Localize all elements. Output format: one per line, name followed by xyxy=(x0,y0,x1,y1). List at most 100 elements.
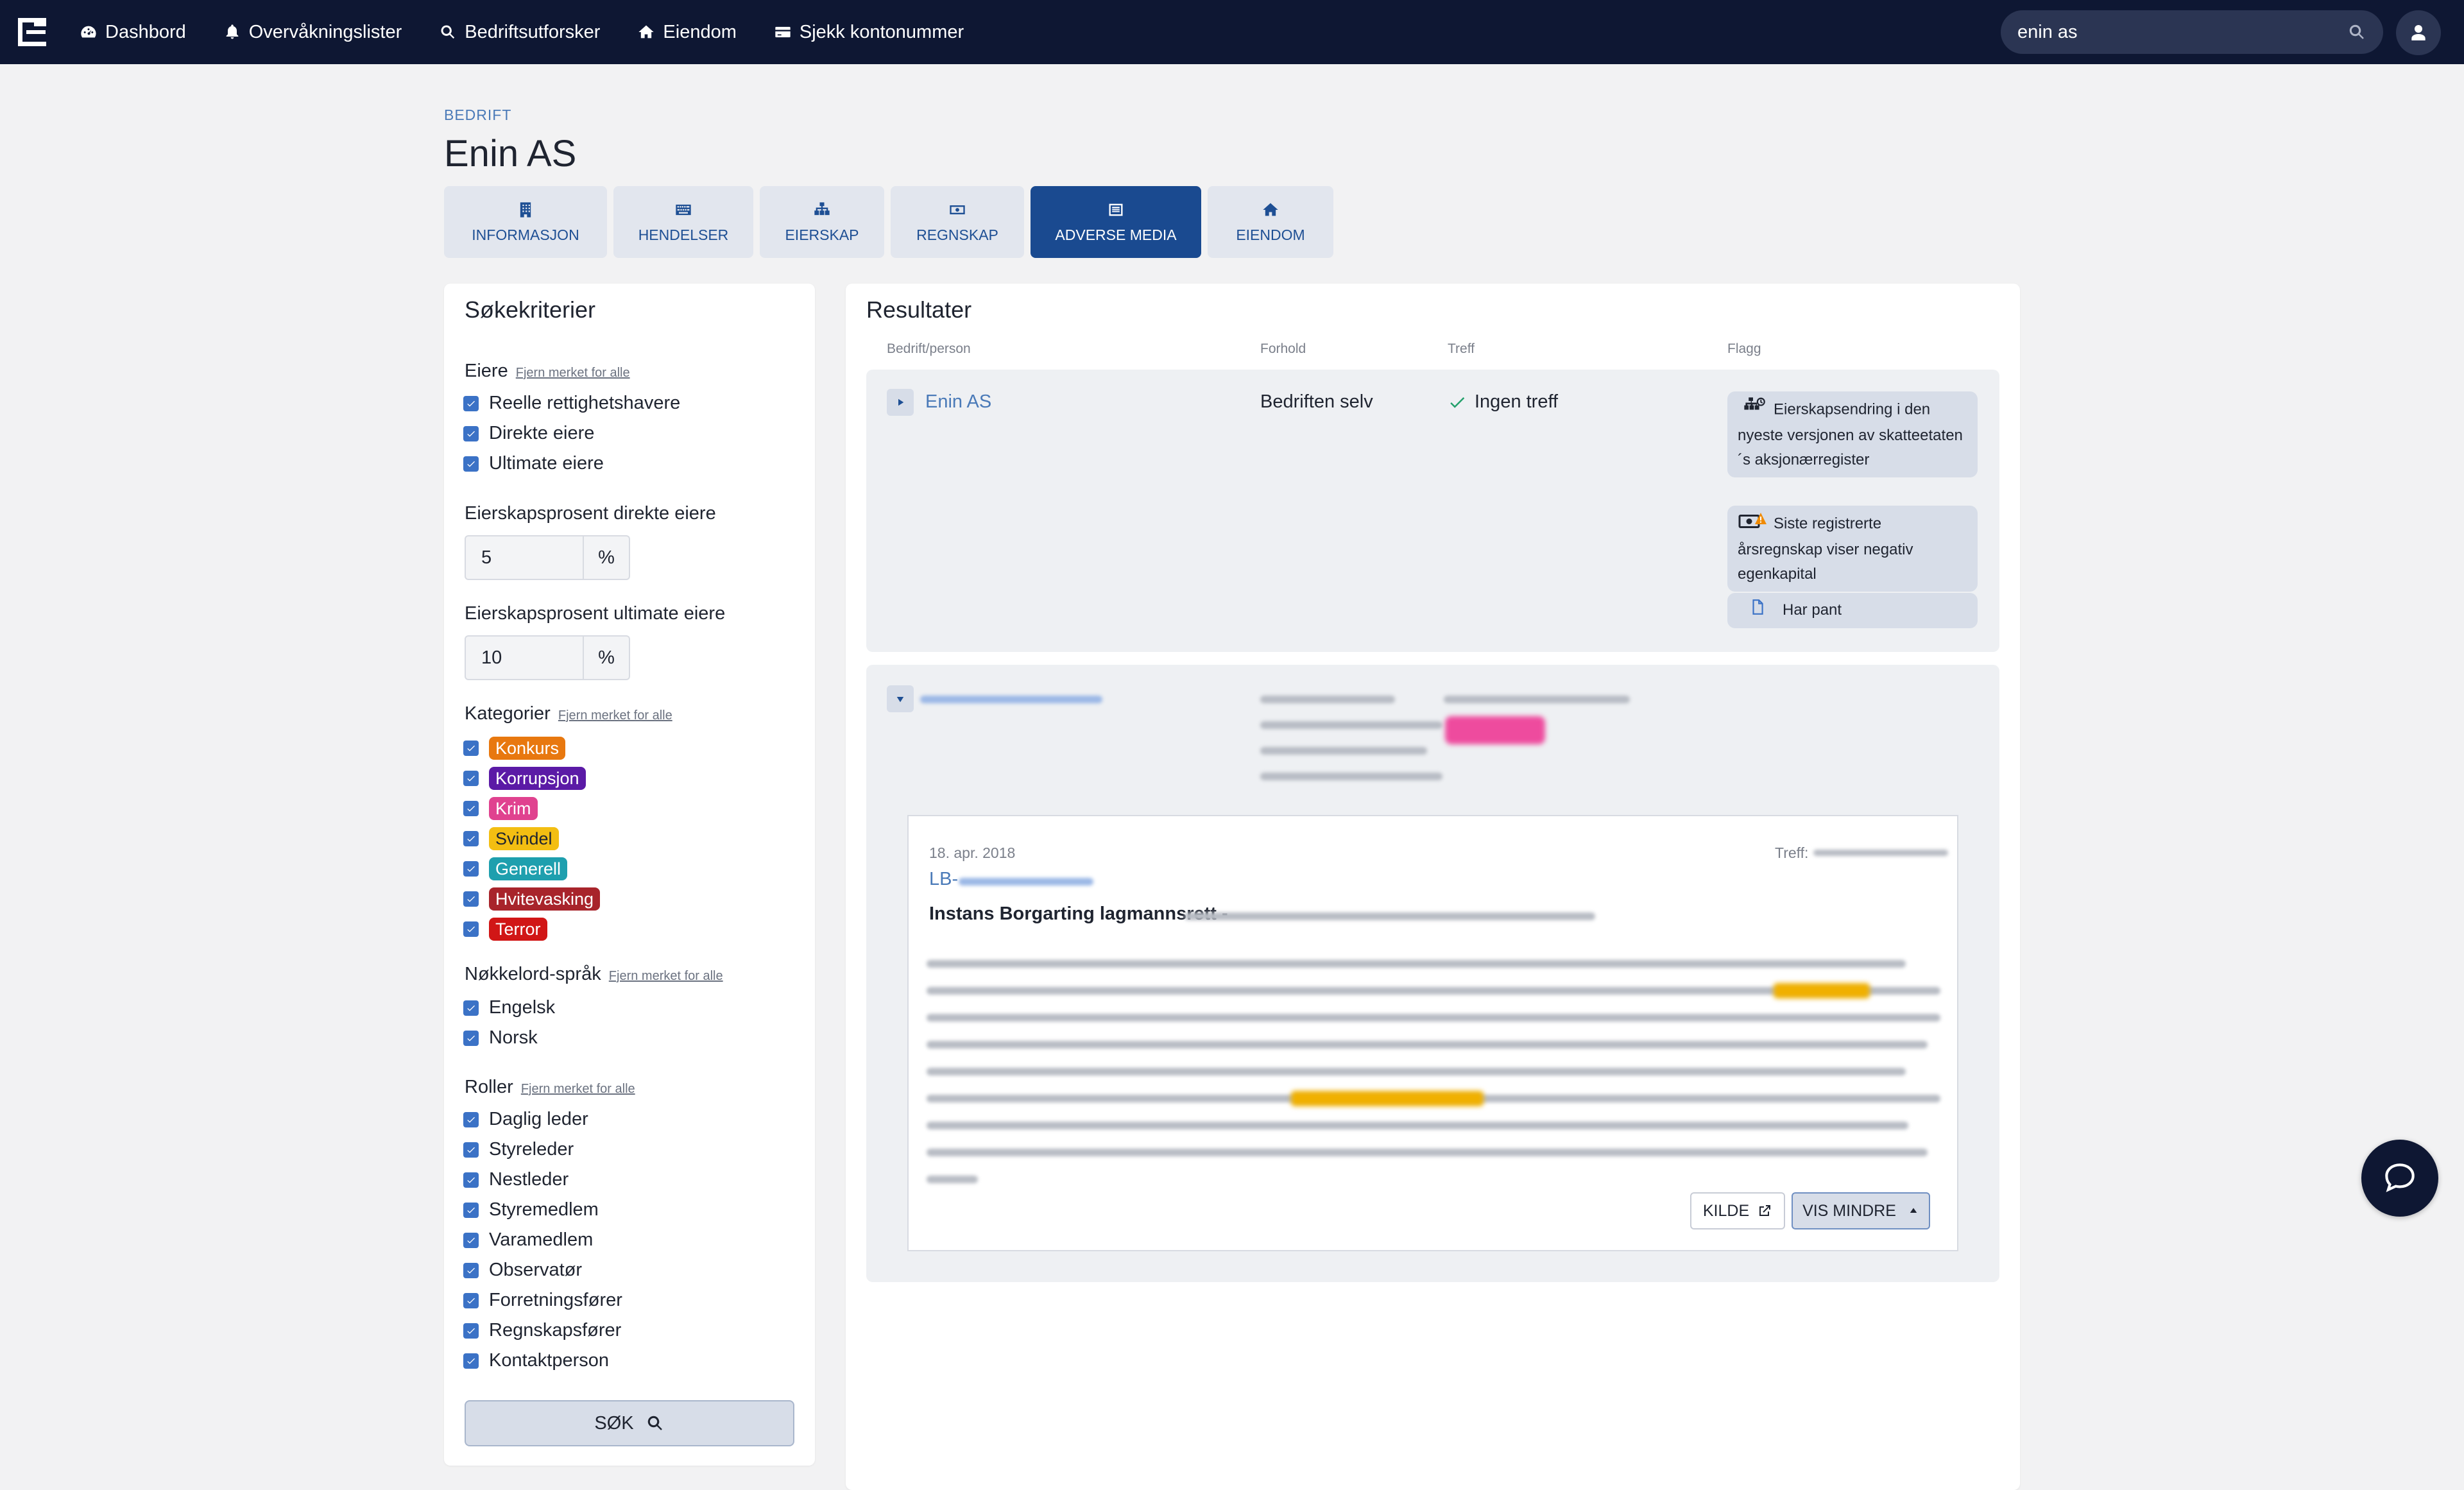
nav-property[interactable]: Eiendom xyxy=(637,22,737,43)
external-link-icon xyxy=(1759,1205,1771,1216)
nav-company-explorer[interactable]: Bedriftsutforsker xyxy=(439,22,600,43)
redacted-relation xyxy=(1260,696,1395,703)
checkbox-checked-icon[interactable] xyxy=(463,891,479,907)
language-clear-link[interactable]: Fjern merket for alle xyxy=(609,969,723,983)
checkbox-category[interactable]: Hvitevasking xyxy=(463,887,601,911)
checkbox-checked-icon[interactable] xyxy=(463,1323,479,1339)
tab-hendelser[interactable]: HENDELSER xyxy=(613,186,753,258)
checkbox-checked-icon[interactable] xyxy=(463,1232,479,1248)
tab-bar: INFORMASJON HENDELSER EIERSKAP REGNSKAP … xyxy=(444,186,1340,258)
home-icon xyxy=(638,25,654,39)
article-case-number[interactable]: LB- xyxy=(929,869,958,890)
checkbox-label: Kontaktperson xyxy=(489,1350,610,1371)
checkbox-owner-beneficial[interactable]: Reelle rettighetshavere xyxy=(463,393,680,414)
category-badge: Krim xyxy=(489,797,538,820)
tab-regnskap[interactable]: REGNSKAP xyxy=(891,186,1024,258)
checkbox-role[interactable]: Daglig leder xyxy=(463,1109,588,1130)
tab-hendelser-label: HENDELSER xyxy=(638,226,729,243)
expand-row-button[interactable] xyxy=(887,389,914,416)
checkbox-checked-icon[interactable] xyxy=(463,1142,479,1158)
redacted-person-name[interactable] xyxy=(920,696,1102,703)
home-icon xyxy=(1263,203,1278,216)
show-less-button[interactable]: VIS MINDRE xyxy=(1792,1192,1930,1229)
nav-check-account[interactable]: Sjekk kontonummer xyxy=(774,22,964,43)
checkbox-category[interactable]: Generell xyxy=(463,857,568,880)
col-head-flags: Flagg xyxy=(1727,341,1761,356)
search-criteria-panel: Søkekriterier Eiere Fjern merket for all… xyxy=(444,284,815,1466)
checkbox-checked-icon[interactable] xyxy=(463,395,479,411)
nav-watchlists-label: Overvåkningslister xyxy=(248,21,402,42)
nav-dashboard-label: Dashbord xyxy=(105,21,186,42)
checkbox-category[interactable]: Svindel xyxy=(463,827,559,850)
checkbox-checked-icon[interactable] xyxy=(463,1262,479,1278)
article-card: 18. apr. 2018 Treff: LB- Instans Borgart… xyxy=(907,815,1958,1251)
pct-ultimate-input[interactable]: 10 xyxy=(465,635,584,680)
checkbox-category[interactable]: Korrupsjon xyxy=(463,767,586,790)
checkbox-role[interactable]: Observatør xyxy=(463,1260,582,1281)
owners-clear-link[interactable]: Fjern merket for alle xyxy=(516,366,630,380)
checkbox-lang-english[interactable]: Engelsk xyxy=(463,997,555,1018)
checkbox-role[interactable]: Forretningsfører xyxy=(463,1290,622,1311)
redacted-text-line xyxy=(927,1149,1928,1156)
pct-direct-input[interactable]: 5 xyxy=(465,535,584,580)
tab-informasjon[interactable]: INFORMASJON xyxy=(444,186,607,258)
checkbox-checked-icon[interactable] xyxy=(463,831,479,846)
global-search-input[interactable] xyxy=(2017,21,2347,43)
checkbox-category[interactable]: Krim xyxy=(463,797,538,820)
checkbox-category[interactable]: Terror xyxy=(463,918,547,941)
pct-ultimate-suffix: % xyxy=(584,635,630,680)
show-less-button-label: VIS MINDRE xyxy=(1802,1201,1896,1220)
checkbox-checked-icon[interactable] xyxy=(463,861,479,877)
checkbox-checked-icon[interactable] xyxy=(463,425,479,441)
result-row-person: 18. apr. 2018 Treff: LB- Instans Borgart… xyxy=(866,665,1999,1282)
app-logo[interactable] xyxy=(18,18,46,46)
checkbox-checked-icon[interactable] xyxy=(463,1202,479,1218)
roles-clear-link[interactable]: Fjern merket for alle xyxy=(521,1082,635,1096)
checkbox-checked-icon[interactable] xyxy=(463,801,479,816)
checkbox-category[interactable]: Konkurs xyxy=(463,737,566,760)
checkbox-role[interactable]: Styremedlem xyxy=(463,1199,599,1220)
checkbox-role[interactable]: Kontaktperson xyxy=(463,1350,609,1371)
checkbox-checked-icon[interactable] xyxy=(463,1292,479,1308)
tab-eierskap[interactable]: EIERSKAP xyxy=(760,186,884,258)
checkbox-checked-icon[interactable] xyxy=(463,1000,479,1016)
checkbox-checked-icon[interactable] xyxy=(463,1172,479,1188)
collapse-row-button[interactable] xyxy=(887,685,914,712)
source-button[interactable]: KILDE xyxy=(1690,1192,1785,1229)
flag-has-mortgage-text: Har pant xyxy=(1783,601,1842,619)
categories-clear-link[interactable]: Fjern merket for alle xyxy=(558,708,672,723)
nav-dashboard[interactable]: Dashbord xyxy=(80,22,186,43)
checkbox-role[interactable]: Regnskapsfører xyxy=(463,1320,621,1341)
search-icon xyxy=(647,1416,662,1430)
user-avatar[interactable] xyxy=(2396,10,2441,55)
chat-button[interactable] xyxy=(2361,1140,2438,1217)
category-badge: Svindel xyxy=(489,827,559,850)
checkbox-checked-icon[interactable] xyxy=(463,456,479,472)
checkbox-owner-direct[interactable]: Direkte eiere xyxy=(463,423,594,444)
checkbox-checked-icon[interactable] xyxy=(463,1111,479,1127)
checkbox-checked-icon[interactable] xyxy=(463,771,479,786)
col-head-company: Bedrift/person xyxy=(887,341,971,356)
source-button-label: KILDE xyxy=(1702,1201,1750,1220)
checkbox-label: Daglig leder xyxy=(489,1109,588,1129)
search-button[interactable]: SØK xyxy=(465,1400,794,1446)
checkbox-checked-icon[interactable] xyxy=(463,921,479,937)
redacted-text-line xyxy=(927,960,1906,968)
redacted-hits xyxy=(1444,696,1630,703)
checkbox-role[interactable]: Styreleder xyxy=(463,1139,574,1160)
company-link[interactable]: Enin AS xyxy=(925,391,991,413)
checkbox-checked-icon[interactable] xyxy=(463,1030,479,1046)
checkbox-owner-ultimate[interactable]: Ultimate eiere xyxy=(463,453,604,474)
checkbox-role[interactable]: Nestleder xyxy=(463,1169,569,1190)
checkbox-checked-icon[interactable] xyxy=(463,1353,479,1369)
redacted-category-badge xyxy=(1445,716,1545,744)
checkbox-role[interactable]: Varamedlem xyxy=(463,1229,593,1251)
tab-eiendom[interactable]: EIENDOM xyxy=(1208,186,1333,258)
redacted-case-number xyxy=(959,878,1093,886)
search-icon[interactable] xyxy=(2347,22,2366,42)
nav-watchlists[interactable]: Overvåkningslister xyxy=(223,22,402,43)
tab-adverse-media[interactable]: ADVERSE MEDIA xyxy=(1031,186,1201,258)
result-row-company: Enin AS Bedriften selv Ingen treff Eiers… xyxy=(866,370,1999,652)
checkbox-checked-icon[interactable] xyxy=(463,741,479,756)
checkbox-lang-norwegian[interactable]: Norsk xyxy=(463,1027,538,1049)
